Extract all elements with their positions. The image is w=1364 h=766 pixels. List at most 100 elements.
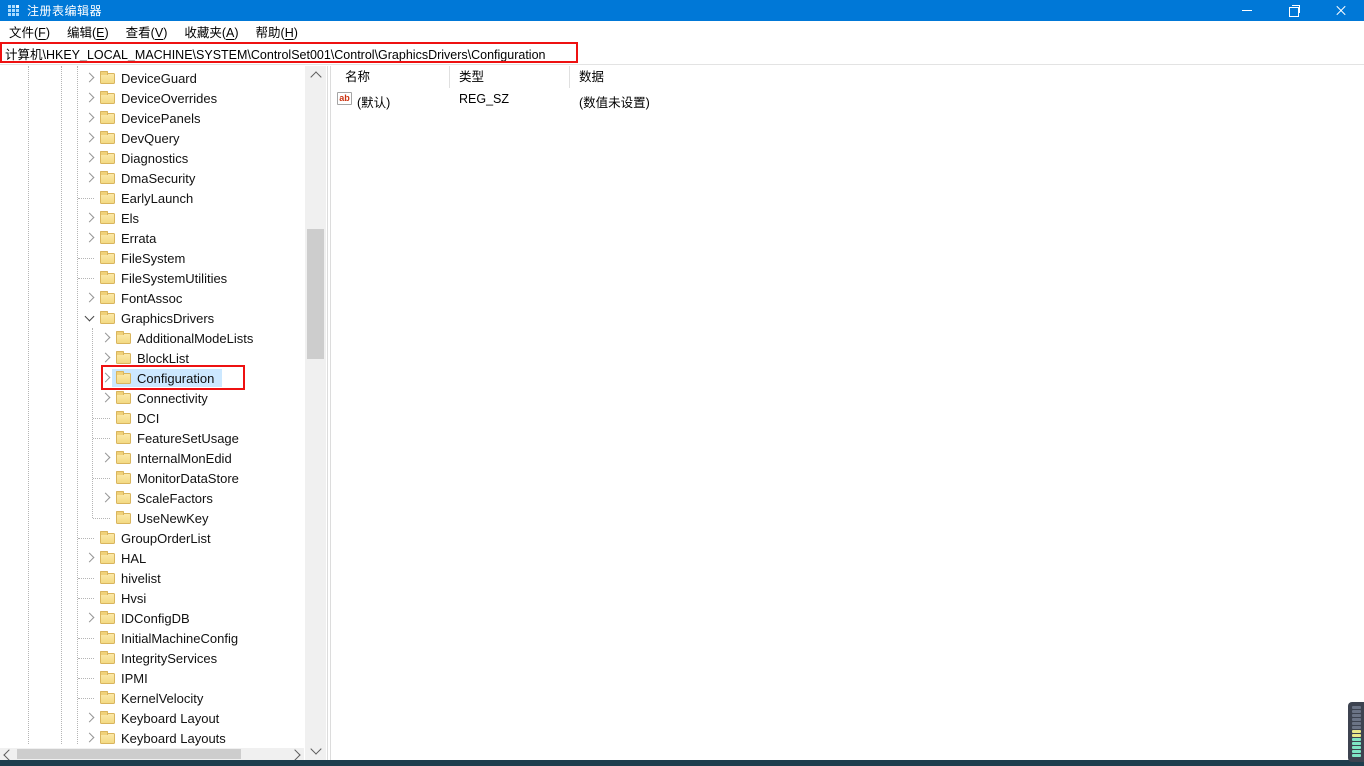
panel-separator[interactable] bbox=[327, 66, 331, 760]
tree-item-devicepanels[interactable]: DevicePanels bbox=[0, 108, 304, 128]
tree-item-dci[interactable]: DCI bbox=[0, 408, 304, 428]
menu-item-file[interactable]: 文件(F) bbox=[9, 22, 50, 41]
close-button[interactable] bbox=[1317, 0, 1364, 21]
horizontal-scroll-thumb[interactable] bbox=[17, 749, 241, 759]
folder-icon bbox=[100, 133, 115, 144]
expand-arrow-icon[interactable] bbox=[101, 393, 111, 403]
tree-item-usenewkey[interactable]: UseNewKey bbox=[0, 508, 304, 528]
overlay-widget bbox=[1348, 702, 1364, 762]
tree-item-grouporderlist[interactable]: GroupOrderList bbox=[0, 528, 304, 548]
reg-sz-string-icon: ab bbox=[337, 92, 352, 105]
tree-item-keyboard-layouts[interactable]: Keyboard Layouts bbox=[0, 728, 304, 748]
tree-item-filesystemutilities[interactable]: FileSystemUtilities bbox=[0, 268, 304, 288]
expand-arrow-icon[interactable] bbox=[101, 493, 111, 503]
expand-arrow-icon[interactable] bbox=[85, 93, 95, 103]
expand-arrow-icon[interactable] bbox=[101, 333, 111, 343]
registry-tree[interactable]: DeviceGuard DeviceOverridesDevicePanels De… bbox=[0, 66, 304, 760]
tree-item-hvsi[interactable]: Hvsi bbox=[0, 588, 304, 608]
expand-arrow-icon[interactable] bbox=[101, 353, 111, 363]
tree-item-deviceoverrides[interactable]: DeviceOverrides bbox=[0, 88, 304, 108]
tree-item-label: Keyboard Layouts bbox=[121, 731, 226, 746]
tree-item-kernelvelocity[interactable]: KernelVelocity bbox=[0, 688, 304, 708]
tree-item-label: IPMI bbox=[121, 671, 148, 686]
column-header-name[interactable]: 名称 bbox=[332, 66, 450, 88]
column-header-data[interactable]: 数据 bbox=[570, 66, 900, 88]
tree-item-keyboard-layout[interactable]: Keyboard Layout bbox=[0, 708, 304, 728]
expand-arrow-icon[interactable] bbox=[85, 713, 95, 723]
restore-button[interactable] bbox=[1270, 0, 1317, 21]
tree-item-additionalmodelists[interactable]: AdditionalModeLists bbox=[0, 328, 304, 348]
tree-item-idconfigdb[interactable]: IDConfigDB bbox=[0, 608, 304, 628]
tree-item-hal[interactable]: HAL bbox=[0, 548, 304, 568]
tree-item-label: DevQuery bbox=[121, 131, 180, 146]
menu-item-view[interactable]: 查看(V) bbox=[126, 22, 168, 41]
tree-item-connectivity[interactable]: Connectivity bbox=[0, 388, 304, 408]
folder-icon bbox=[100, 213, 115, 224]
tree-item-internalmonedid[interactable]: InternalMonEdid bbox=[0, 448, 304, 468]
tree-item-label: hivelist bbox=[121, 571, 161, 586]
tree-item-label: InternalMonEdid bbox=[137, 451, 232, 466]
folder-icon bbox=[116, 473, 131, 484]
widget-bar bbox=[1352, 746, 1361, 749]
folder-icon bbox=[100, 113, 115, 124]
tree-item-devquery[interactable]: DevQuery bbox=[0, 128, 304, 148]
tree-item-deviceguard[interactable]: DeviceGuard bbox=[0, 68, 304, 88]
expand-arrow-icon[interactable] bbox=[85, 213, 95, 223]
tree-item-featuresetusage[interactable]: FeatureSetUsage bbox=[0, 428, 304, 448]
tree-item-dmasecurity[interactable]: DmaSecurity bbox=[0, 168, 304, 188]
horizontal-scrollbar[interactable] bbox=[0, 748, 304, 760]
address-bar[interactable]: 计算机\HKEY_LOCAL_MACHINE\SYSTEM\ControlSet… bbox=[0, 42, 1364, 65]
scroll-left-icon[interactable] bbox=[3, 749, 14, 760]
tree-item-monitordatastore[interactable]: MonitorDataStore bbox=[0, 468, 304, 488]
tree-item-integrityservices[interactable]: IntegrityServices bbox=[0, 648, 304, 668]
folder-icon bbox=[116, 393, 131, 404]
menu-item-help[interactable]: 帮助(H) bbox=[256, 22, 298, 41]
value-row[interactable]: ab(默认)REG_SZ(数值未设置) bbox=[332, 90, 1364, 109]
scroll-up-icon[interactable] bbox=[310, 71, 321, 82]
tree-item-label: MonitorDataStore bbox=[137, 471, 239, 486]
expand-arrow-icon[interactable] bbox=[85, 293, 95, 303]
tree-item-diagnostics[interactable]: Diagnostics bbox=[0, 148, 304, 168]
scroll-down-icon[interactable] bbox=[310, 743, 321, 754]
tree-item-errata[interactable]: Errata bbox=[0, 228, 304, 248]
tree-item-label: DeviceGuard bbox=[121, 71, 197, 86]
vertical-scroll-thumb[interactable] bbox=[307, 229, 324, 359]
menu-item-edit[interactable]: 编辑(E) bbox=[67, 22, 109, 41]
expand-arrow-icon[interactable] bbox=[101, 453, 111, 463]
widget-bar bbox=[1352, 738, 1361, 741]
expand-arrow-icon[interactable] bbox=[101, 373, 111, 383]
main-area: DeviceGuard DeviceOverridesDevicePanels De… bbox=[0, 66, 1364, 760]
expand-arrow-icon[interactable] bbox=[85, 153, 95, 163]
tree-item-ipmi[interactable]: IPMI bbox=[0, 668, 304, 688]
expand-arrow-icon[interactable] bbox=[85, 133, 95, 143]
tree-item-label: Connectivity bbox=[137, 391, 208, 406]
expand-arrow-icon[interactable] bbox=[85, 73, 95, 83]
expand-arrow-icon[interactable] bbox=[85, 553, 95, 563]
tree-item-configuration[interactable]: Configuration bbox=[0, 368, 304, 388]
tree-item-graphicsdrivers[interactable]: GraphicsDrivers bbox=[0, 308, 304, 328]
column-header-type[interactable]: 类型 bbox=[450, 66, 570, 88]
tree-item-initialmachineconfig[interactable]: InitialMachineConfig bbox=[0, 628, 304, 648]
minimize-button[interactable] bbox=[1223, 0, 1270, 21]
tree-item-els[interactable]: Els bbox=[0, 208, 304, 228]
scroll-right-icon[interactable] bbox=[289, 749, 300, 760]
expand-arrow-icon[interactable] bbox=[85, 733, 95, 743]
tree-item-filesystem[interactable]: FileSystem bbox=[0, 248, 304, 268]
expand-arrow-icon[interactable] bbox=[85, 113, 95, 123]
menu-item-favorites[interactable]: 收藏夹(A) bbox=[184, 22, 238, 41]
expand-arrow-icon[interactable] bbox=[85, 233, 95, 243]
collapse-arrow-icon[interactable] bbox=[85, 312, 95, 322]
expand-arrow-icon[interactable] bbox=[85, 613, 95, 623]
tree-item-scalefactors[interactable]: ScaleFactors bbox=[0, 488, 304, 508]
vertical-scrollbar[interactable] bbox=[305, 66, 326, 760]
expand-arrow-icon[interactable] bbox=[85, 173, 95, 183]
tree-item-fontassoc[interactable]: FontAssoc bbox=[0, 288, 304, 308]
folder-icon bbox=[116, 413, 131, 424]
tree-guide-stub bbox=[78, 598, 94, 599]
window-title: 注册表编辑器 bbox=[27, 2, 102, 19]
tree-item-earlylaunch[interactable]: EarlyLaunch bbox=[0, 188, 304, 208]
tree-item-hivelist[interactable]: hivelist bbox=[0, 568, 304, 588]
tree-guide-stub bbox=[78, 698, 94, 699]
tree-guide-stub bbox=[78, 278, 94, 279]
tree-item-blocklist[interactable]: BlockList bbox=[0, 348, 304, 368]
